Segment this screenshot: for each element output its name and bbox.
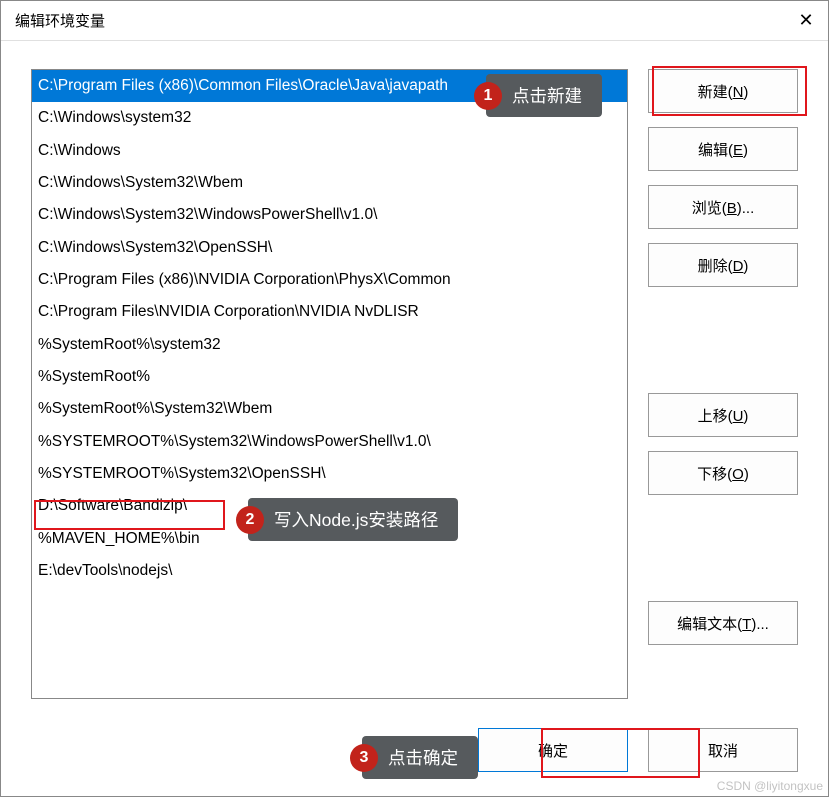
list-item[interactable]: %SystemRoot%\system32: [32, 329, 627, 361]
path-listbox[interactable]: C:\Program Files (x86)\Common Files\Orac…: [31, 69, 628, 699]
edit-button[interactable]: 编辑(E): [648, 127, 798, 171]
ok-button[interactable]: 确定: [478, 728, 628, 772]
list-item[interactable]: C:\Windows: [32, 135, 627, 167]
list-item[interactable]: C:\Windows\system32: [32, 102, 627, 134]
window-title: 编辑环境变量: [15, 10, 105, 31]
list-item[interactable]: %MAVEN_HOME%\bin: [32, 523, 627, 555]
list-item[interactable]: D:\Software\Bandizip\: [32, 490, 627, 522]
content-area: C:\Program Files (x86)\Common Files\Orac…: [1, 41, 828, 728]
cancel-button[interactable]: 取消: [648, 728, 798, 772]
movedown-button[interactable]: 下移(O): [648, 451, 798, 495]
list-item[interactable]: %SystemRoot%: [32, 361, 627, 393]
watermark: CSDN @liyitongxue: [717, 779, 823, 793]
titlebar: 编辑环境变量 ✕: [1, 1, 828, 41]
btn-group-1: 新建(N) 编辑(E) 浏览(B)... 删除(D): [648, 69, 798, 287]
moveup-button[interactable]: 上移(U): [648, 393, 798, 437]
list-item[interactable]: C:\Program Files (x86)\NVIDIA Corporatio…: [32, 264, 627, 296]
list-item[interactable]: C:\Program Files (x86)\Common Files\Orac…: [32, 70, 627, 102]
delete-button[interactable]: 删除(D): [648, 243, 798, 287]
new-button[interactable]: 新建(N): [648, 69, 798, 113]
btn-group-3: 编辑文本(T)...: [648, 601, 798, 645]
list-item[interactable]: E:\devTools\nodejs\: [32, 555, 627, 587]
button-column: 新建(N) 编辑(E) 浏览(B)... 删除(D) 上移(U) 下移(O) 编…: [648, 69, 798, 708]
dialog-window: 编辑环境变量 ✕ C:\Program Files (x86)\Common F…: [0, 0, 829, 797]
list-item[interactable]: %SYSTEMROOT%\System32\OpenSSH\: [32, 458, 627, 490]
footer: 确定 取消: [1, 728, 828, 796]
list-item[interactable]: C:\Program Files\NVIDIA Corporation\NVID…: [32, 296, 627, 328]
list-item[interactable]: C:\Windows\System32\OpenSSH\: [32, 232, 627, 264]
list-item[interactable]: %SYSTEMROOT%\System32\WindowsPowerShell\…: [32, 426, 627, 458]
list-item[interactable]: C:\Windows\System32\WindowsPowerShell\v1…: [32, 199, 627, 231]
browse-button[interactable]: 浏览(B)...: [648, 185, 798, 229]
close-icon[interactable]: ✕: [796, 11, 816, 31]
list-item[interactable]: %SystemRoot%\System32\Wbem: [32, 393, 627, 425]
edittext-button[interactable]: 编辑文本(T)...: [648, 601, 798, 645]
btn-group-2: 上移(U) 下移(O): [648, 393, 798, 495]
list-item[interactable]: C:\Windows\System32\Wbem: [32, 167, 627, 199]
